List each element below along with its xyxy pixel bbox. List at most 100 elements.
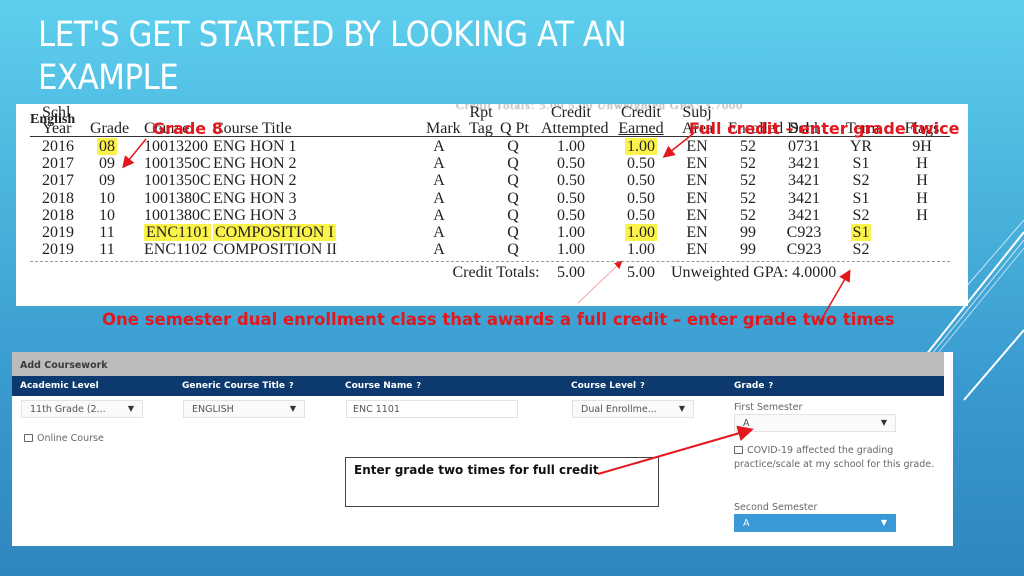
cell-value: 3421 [788,206,820,224]
table-cell: S1 [846,155,876,173]
table-cell: 0.50 [616,190,666,208]
table-cell: 1.00 [541,241,601,259]
cell-value: ENG HON 2 [213,155,297,173]
table-cell: 52 [728,155,768,173]
table-cell: YR [846,138,876,156]
cell-value: 2017 [42,172,74,190]
select-value: 11th Grade (2... [30,404,106,415]
table-cell: 52 [728,172,768,190]
table-cell: Q [500,190,526,208]
online-course-checkbox[interactable]: Online Course [24,433,104,444]
table-cell: Q [500,224,526,242]
header-grade: Grade? [734,381,773,391]
cell-value: H [916,189,928,207]
cell-value: 3421 [788,172,820,190]
cell-value: 2019 [42,224,74,241]
dropdown-arrow-icon: ▼ [127,404,134,413]
cell-value: EN [686,155,708,173]
cell-value: 1.00 [627,241,655,259]
cell-value: 0.50 [557,155,585,173]
table-cell: 0.50 [616,155,666,173]
cell-value: 1001350C [144,172,211,190]
table-cell: C923 [784,224,824,242]
table-cell: EN [682,155,712,173]
checkbox-icon[interactable] [734,446,743,454]
slide-title: LET'S GET STARTED BY LOOKING AT AN EXAMP… [38,14,707,100]
cell-value: 3421 [788,155,820,173]
cell-value: H [916,172,928,190]
cell-value: Q [507,138,519,155]
gpa-label: Unweighted GPA: [671,264,789,281]
table-cell: 1.00 [616,241,666,259]
course-name-input[interactable]: ENC 1101 [346,400,518,418]
table-cell: 2019 [42,241,74,259]
table-cell: 52 [728,190,768,208]
cell-value: 52 [740,155,756,173]
academic-level-select[interactable]: 11th Grade (2... ▼ [21,400,143,418]
checkbox-icon[interactable] [24,434,33,442]
cell-value: 1.00 [625,138,657,155]
table-cell: ENG HON 3 [213,190,297,208]
covid-checkbox[interactable]: COVID-19 affected the grading practice/s… [734,444,944,472]
table-row: 2016 08 10013200 ENG HON 1 A Q 1.00 1.00 EN 52 073… [16,138,968,155]
cell-value: 1.00 [625,224,657,241]
cell-value: ENG HON 3 [213,189,297,207]
table-cell: 3421 [784,207,824,225]
table-cell: EN [682,138,712,156]
table-cell: 1001380C [144,190,211,208]
table-cell: 1001350C [144,172,211,190]
table-cell: A [426,155,452,173]
table-cell: 10013200 [144,138,208,156]
generic-course-title-select[interactable]: ENGLISH ▼ [183,400,305,418]
annotation-dual-enrollment: One semester dual enrollment class that … [102,310,895,329]
totals-label: Credit Totals: [452,264,540,281]
totals-earned: 5.00 [627,264,655,281]
checkbox-label: COVID-19 affected the grading practice/s… [734,445,935,470]
header-label: Course Level [571,381,637,391]
help-icon[interactable]: ? [416,381,421,390]
table-cell: 52 [728,207,768,225]
table-cell: A [426,224,452,242]
dropdown-arrow-icon: ▼ [880,518,887,527]
table-cell: EN [682,241,712,259]
cell-value: 11 [99,224,115,241]
table-cell: 08 [90,138,124,156]
help-icon[interactable]: ? [768,381,773,390]
table-cell: 0731 [784,138,824,156]
table-cell: COMPOSITION I [213,224,336,242]
select-value: ENGLISH [192,404,234,415]
panel-title: Add Coursework [12,352,944,376]
table-cell: 0.50 [616,172,666,190]
table-cell: 2018 [42,207,74,225]
table-cell: Q [500,172,526,190]
cell-value: S2 [852,206,870,224]
course-level-select[interactable]: Dual Enrollme... ▼ [572,400,694,418]
cell-value: A [433,172,445,190]
credit-totals-row: Credit Totals: 5.00 5.00 Unweighted GPA: 4.… [16,264,968,281]
cell-value: EN [686,189,708,207]
table-cell: Q [500,241,526,259]
first-semester-label: First Semester [734,402,803,413]
table-cell: S1 [846,190,876,208]
table-cell: 3421 [784,172,824,190]
slide-title-line-2: EXAMPLE [38,58,179,98]
table-cell: Q [500,207,526,225]
table-cell: 0.50 [616,207,666,225]
help-icon[interactable]: ? [289,381,294,390]
table-cell: C923 [784,241,824,259]
table-cell: 2019 [42,224,74,242]
cell-value: 0.50 [627,189,655,207]
table-cell: A [426,138,452,156]
cell-value: COMPOSITION II [213,241,337,259]
table-cell: 9H [904,138,940,156]
cell-value: YR [849,138,873,155]
cell-value: ENC1102 [144,241,208,259]
table-cell: 0.50 [541,172,601,190]
cell-value: 52 [740,189,756,207]
help-icon[interactable]: ? [640,381,645,390]
table-cell: 0.50 [541,207,601,225]
second-semester-grade-select[interactable]: A ▼ [734,514,896,532]
table-cell: 1.00 [616,224,666,242]
cell-value: 0.50 [557,206,585,224]
first-semester-grade-select[interactable]: A ▼ [734,414,896,432]
